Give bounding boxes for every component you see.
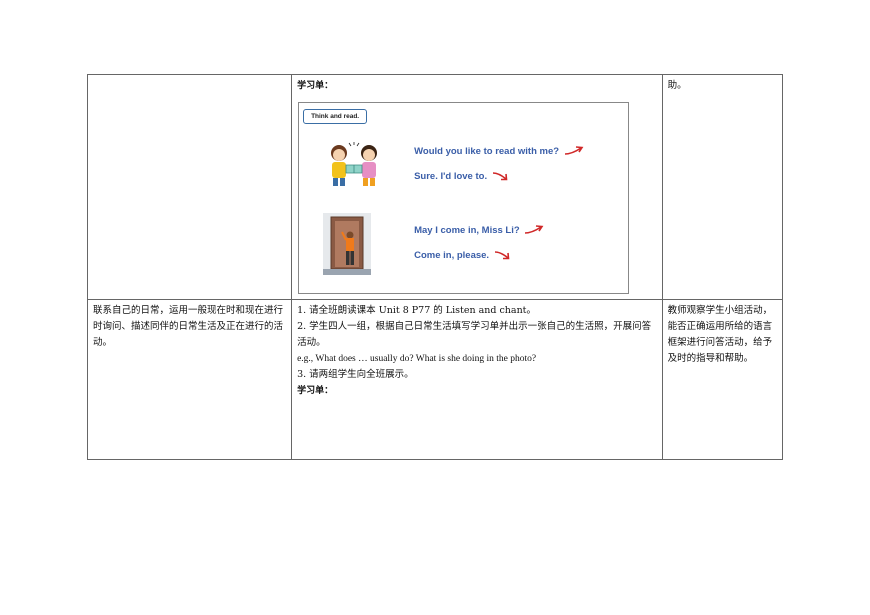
table-row: 学习单： Think and read. Would you like to r…	[86, 74, 784, 300]
activity-cell: 1. 请全班朗读课本 Unit 8 P77 的 Listen and chant…	[291, 299, 663, 460]
goal-cell: 联系自己的日常，运用一般现在时和现在进行时询问、描述同伴的日常生活及正在进行的活…	[86, 299, 293, 460]
falling-intonation-arrow-icon	[492, 172, 508, 181]
worksheet-image: Think and read. Would you like to read w…	[298, 102, 630, 294]
step-item: 1. 请全班朗读课本 Unit 8 P77 的 Listen and chant…	[297, 305, 537, 316]
rising-intonation-arrow-icon	[564, 146, 584, 156]
dialogue-line: Would you like to read with me?	[414, 144, 584, 160]
two-kids-reading-illustration	[331, 142, 378, 186]
goal-cell-empty	[86, 74, 293, 300]
worksheet-heading: 学习单：	[297, 81, 334, 91]
dialogue-line: May I come in, Miss Li?	[414, 223, 544, 239]
evaluation-cell: 教师观察学生小组活动，能否正确运用所给的语言框架进行问答活动，给予及时的指导和帮…	[661, 299, 784, 460]
example-question: e.g., What does … usually do? What is sh…	[297, 354, 537, 364]
dialogue-line: Come in, please.	[414, 248, 510, 264]
table-row: 联系自己的日常，运用一般现在时和现在进行时询问、描述同伴的日常生活及正在进行的活…	[86, 299, 784, 460]
boy-at-door-illustration	[323, 213, 372, 275]
step-item: 2. 学生四人一组，根据自己日常生活填写学习单并出示一张自己的生活照，开展问答活…	[297, 321, 652, 348]
activity-cell: 学习单： Think and read. Would you like to r…	[291, 74, 663, 300]
worksheet-heading: 学习单：	[297, 386, 334, 396]
lesson-plan-table: 学习单： Think and read. Would you like to r…	[86, 74, 784, 460]
falling-intonation-arrow-icon	[494, 251, 510, 260]
think-and-read-tag: Think and read.	[303, 109, 368, 124]
rising-intonation-arrow-icon	[525, 225, 544, 235]
step-item: 3. 请两组学生向全班展示。	[297, 369, 414, 380]
dialogue-line: Sure. I'd love to.	[414, 169, 508, 185]
evaluation-cell: 助。	[661, 74, 784, 300]
